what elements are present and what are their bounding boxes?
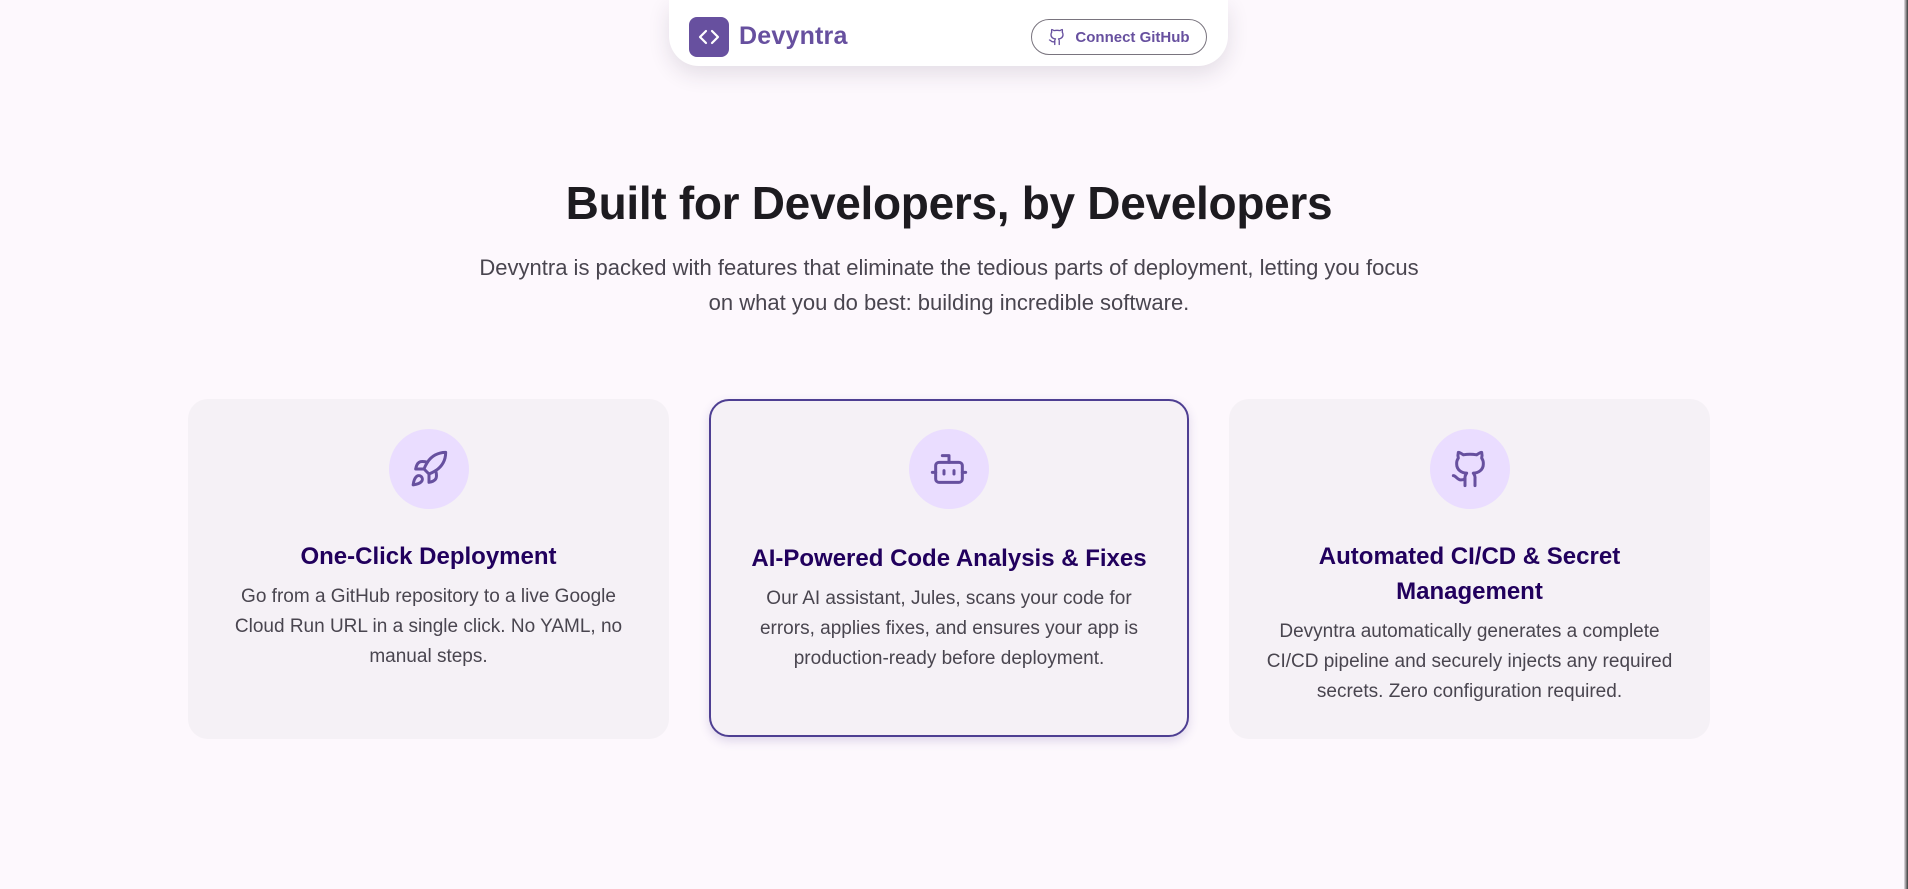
feature-title: One-Click Deployment xyxy=(300,543,557,570)
connect-github-button[interactable]: Connect GitHub xyxy=(1031,19,1207,55)
page-subtitle: Devyntra is packed with features that el… xyxy=(479,255,1419,315)
brand-name[interactable]: Devyntra xyxy=(739,22,848,51)
feature-description: Our AI assistant, Jules, scans your code… xyxy=(759,588,1139,669)
connect-github-label: Connect GitHub xyxy=(1075,28,1190,46)
feature-card-deployment[interactable]: One-Click Deployment Go from a GitHub re… xyxy=(188,399,669,739)
top-nav: Devyntra Connect GitHub xyxy=(669,0,1228,66)
feature-description: Devyntra automatically generates a compl… xyxy=(1266,621,1673,702)
feature-card-ai-analysis[interactable]: AI-Powered Code Analysis & Fixes Our AI … xyxy=(709,399,1189,737)
page-title: Built for Developers, by Developers xyxy=(565,177,1333,229)
scrollbar-edge[interactable] xyxy=(1904,0,1908,889)
github-icon xyxy=(1048,28,1066,46)
feature-title: Automated CI/CD & Secret Management xyxy=(1318,543,1621,605)
rocket-icon xyxy=(388,429,469,509)
robot-icon xyxy=(909,429,989,509)
github-icon xyxy=(1429,429,1510,509)
feature-card-cicd[interactable]: Automated CI/CD & Secret Management Devy… xyxy=(1229,399,1710,739)
feature-description: Go from a GitHub repository to a live Go… xyxy=(234,586,623,667)
code-brackets-icon[interactable] xyxy=(689,17,729,57)
feature-title: AI-Powered Code Analysis & Fixes xyxy=(751,545,1147,572)
